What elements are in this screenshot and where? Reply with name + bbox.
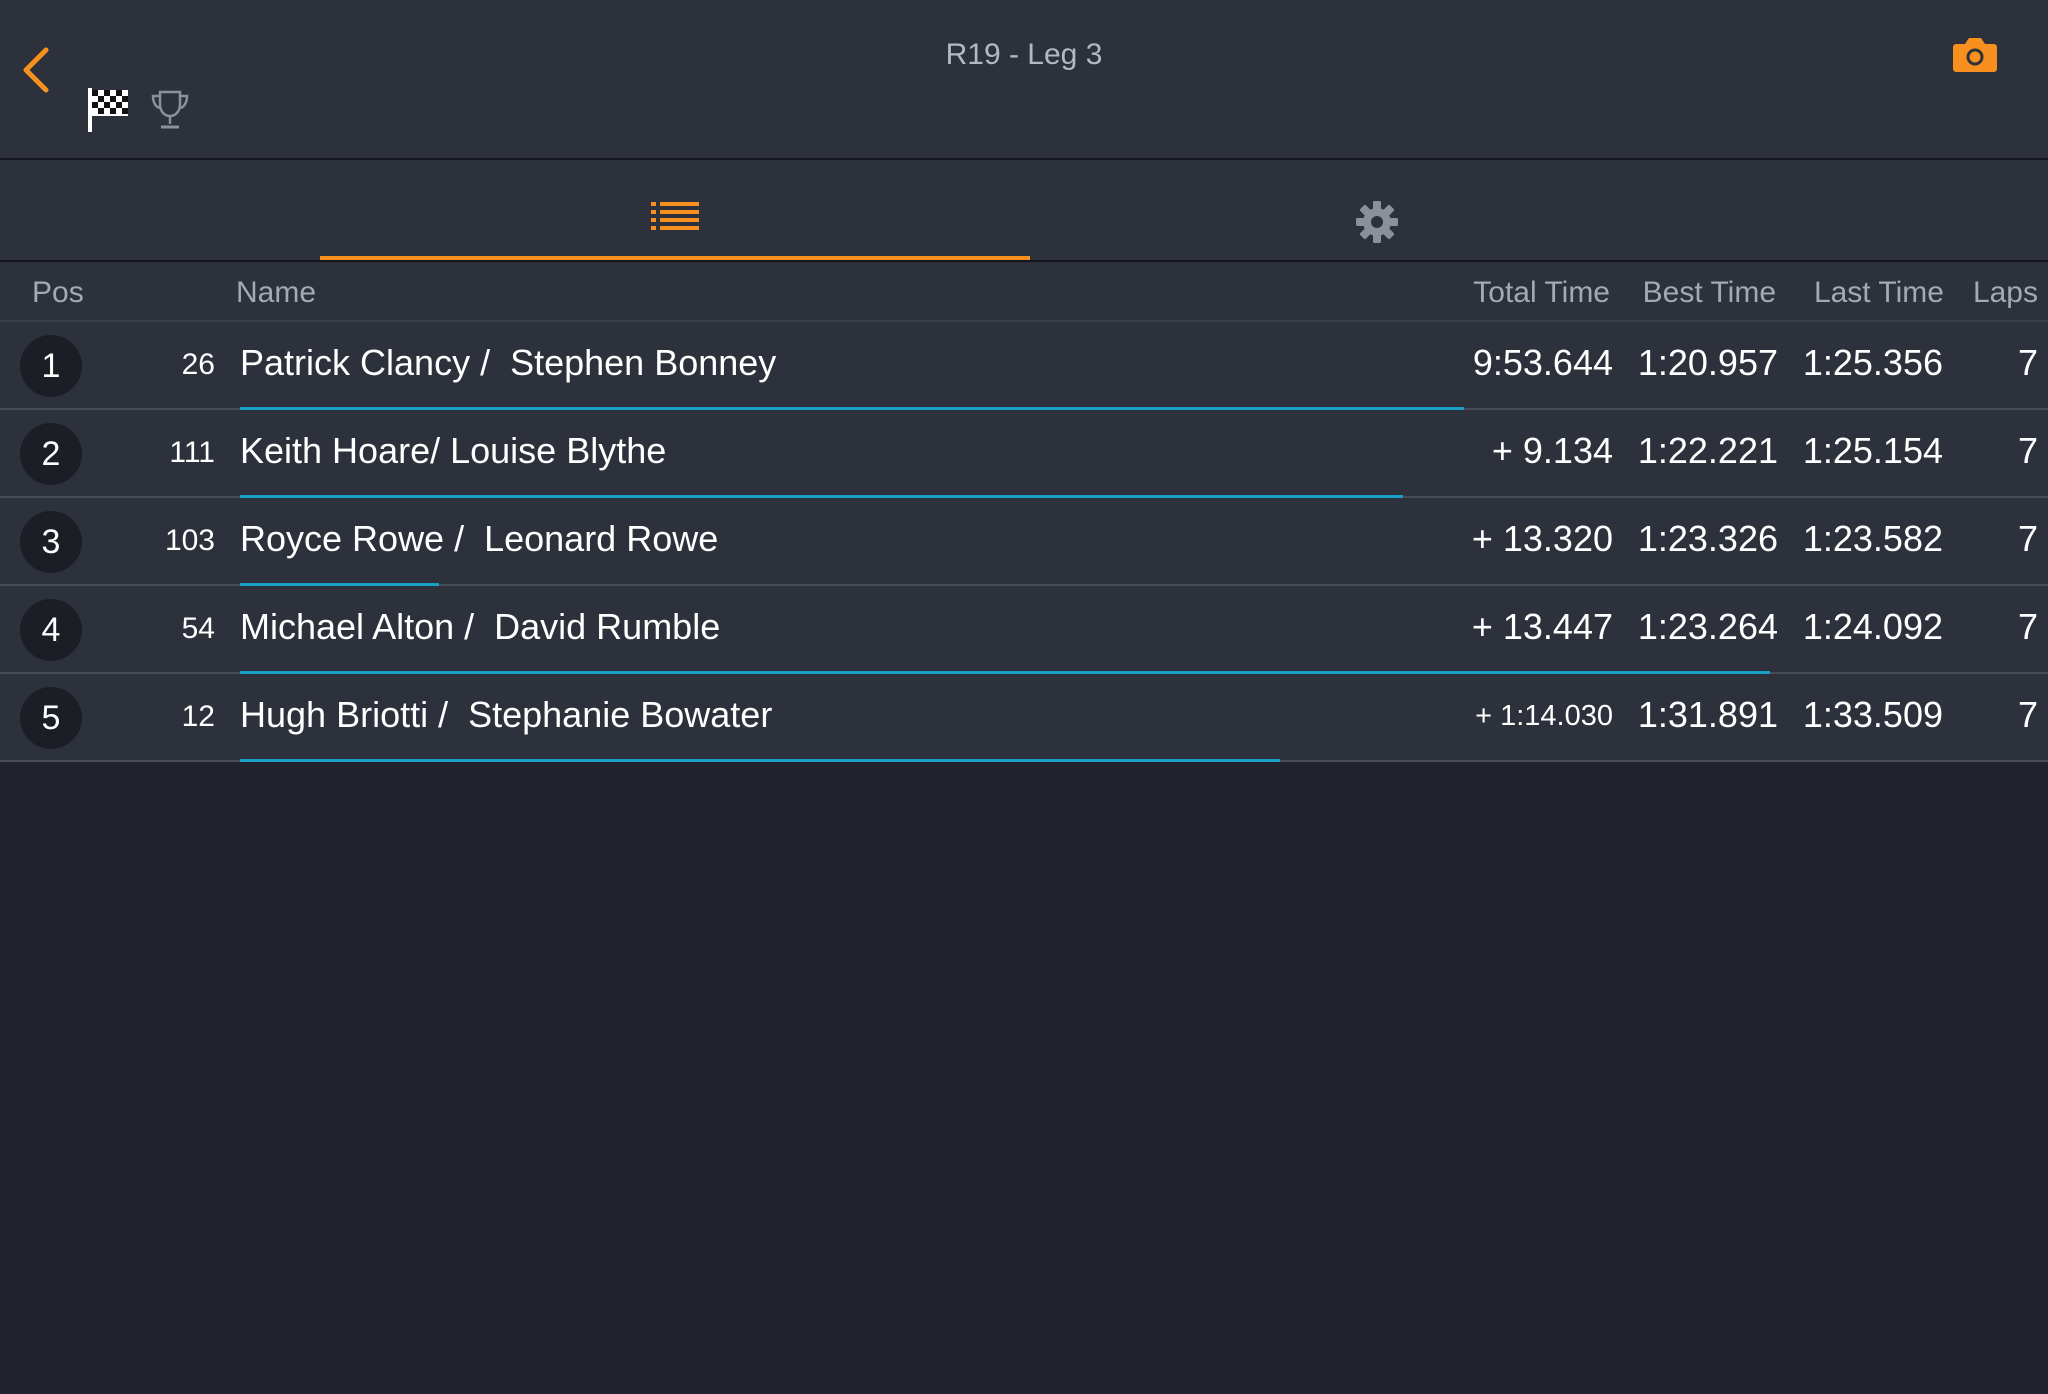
lap-progress-bar <box>240 759 1280 762</box>
tab-bar <box>0 160 2048 262</box>
laps-count: 7 <box>2017 342 2038 383</box>
col-header-laps[interactable]: Laps <box>1973 276 2038 310</box>
laps-count: 7 <box>2017 694 2038 735</box>
table-row[interactable]: 4 54 Michael Alton / David Rumble + 13.4… <box>0 586 2048 674</box>
car-number: 111 <box>169 436 215 469</box>
col-header-pos[interactable]: Pos <box>32 276 84 310</box>
table-row[interactable]: 3 103 Royce Rowe / Leonard Rowe + 13.320… <box>0 498 2048 586</box>
total-time: + 13.320 <box>1471 518 1613 559</box>
best-time: 1:20.957 <box>1637 342 1778 383</box>
results-table: 1 26 Patrick Clancy / Stephen Bonney 9:5… <box>0 322 2048 762</box>
car-number: 54 <box>181 612 215 645</box>
trophy-icon[interactable] <box>148 88 192 132</box>
camera-icon <box>1953 38 1997 72</box>
table-row[interactable]: 5 12 Hugh Briotti / Stephanie Bowater + … <box>0 674 2048 762</box>
crew-name: Royce Rowe / Leonard Rowe <box>240 518 719 559</box>
last-time: 1:23.582 <box>1802 518 1943 559</box>
gear-icon <box>1356 201 1398 243</box>
position-badge: 4 <box>20 599 82 661</box>
tab-results-list[interactable] <box>320 160 1030 260</box>
best-time: 1:23.326 <box>1637 518 1778 559</box>
last-time: 1:33.509 <box>1802 694 1943 735</box>
best-time: 1:22.221 <box>1637 430 1778 471</box>
col-header-name[interactable]: Name <box>236 276 316 310</box>
laps-count: 7 <box>2017 606 2038 647</box>
position-badge: 1 <box>20 335 82 397</box>
column-header-row: Pos Name Total Time Best Time Last Time … <box>0 262 2048 322</box>
best-time: 1:23.264 <box>1637 606 1778 647</box>
car-number: 103 <box>164 524 215 557</box>
top-bar: R19 - Leg 3 <box>0 0 2048 160</box>
col-header-last-time[interactable]: Last Time <box>1814 276 1944 310</box>
list-icon <box>651 202 699 230</box>
car-number: 26 <box>181 348 215 381</box>
last-time: 1:25.356 <box>1802 342 1943 383</box>
col-header-total-time[interactable]: Total Time <box>1473 276 1610 310</box>
car-number: 12 <box>181 700 215 733</box>
crew-name: Hugh Briotti / Stephanie Bowater <box>240 694 773 735</box>
total-time: + 13.447 <box>1471 606 1613 647</box>
tab-settings[interactable] <box>1022 160 1732 260</box>
total-time: + 9.134 <box>1491 430 1613 471</box>
crew-name: Keith Hoare/ Louise Blythe <box>240 430 667 471</box>
crew-name: Patrick Clancy / Stephen Bonney <box>240 342 777 383</box>
position-badge: 2 <box>20 423 82 485</box>
table-row[interactable]: 2 111 Keith Hoare/ Louise Blythe + 9.134… <box>0 410 2048 498</box>
best-time: 1:31.891 <box>1637 694 1778 735</box>
page-title: R19 - Leg 3 <box>945 38 1103 71</box>
position-badge: 3 <box>20 511 82 573</box>
last-time: 1:24.092 <box>1802 606 1943 647</box>
crew-name: Michael Alton / David Rumble <box>240 606 721 647</box>
checkered-flag-icon[interactable] <box>86 86 130 134</box>
camera-button[interactable] <box>1952 34 2002 78</box>
table-row[interactable]: 1 26 Patrick Clancy / Stephen Bonney 9:5… <box>0 322 2048 410</box>
position-badge: 5 <box>20 687 82 749</box>
col-header-best-time[interactable]: Best Time <box>1643 276 1776 310</box>
total-time: 9:53.644 <box>1472 342 1613 383</box>
laps-count: 7 <box>2017 518 2038 559</box>
laps-count: 7 <box>2017 430 2038 471</box>
last-time: 1:25.154 <box>1802 430 1943 471</box>
total-time: + 1:14.030 <box>1475 700 1613 732</box>
